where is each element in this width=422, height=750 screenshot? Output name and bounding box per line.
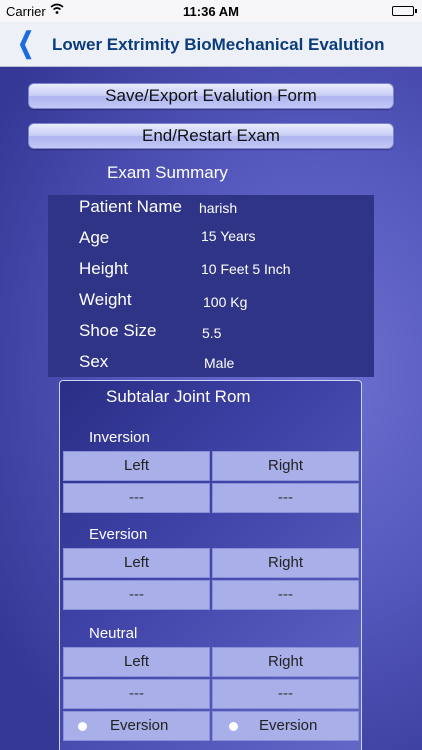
summary-label: Weight bbox=[79, 290, 132, 309]
back-chevron-icon[interactable]: ❮ bbox=[18, 29, 34, 57]
status-bar: Carrier 11:36 AM bbox=[0, 0, 422, 22]
eversion-right-header: Right bbox=[212, 548, 359, 578]
end-restart-button[interactable]: End/Restart Exam bbox=[28, 123, 394, 149]
eversion-left-header: Left bbox=[63, 548, 210, 578]
eversion-left-value[interactable]: --- bbox=[63, 580, 210, 610]
neutral-left-value[interactable]: --- bbox=[63, 679, 210, 709]
summary-label: Age bbox=[79, 228, 110, 247]
eversion-right-value[interactable]: --- bbox=[212, 580, 359, 610]
inversion-right-header: Right bbox=[212, 451, 359, 481]
inversion-right-value[interactable]: --- bbox=[212, 483, 359, 513]
summary-value: 10 Feet 5 Inch bbox=[201, 261, 291, 277]
neutral-right-header: Right bbox=[212, 647, 359, 677]
inversion-label: Inversion bbox=[89, 429, 150, 446]
inversion-left-value[interactable]: --- bbox=[63, 483, 210, 513]
navigation-bar: ❮ Lower Extrimity BioMechanical Evalutio… bbox=[0, 22, 422, 67]
summary-label: Patient Name bbox=[79, 197, 182, 216]
save-export-button[interactable]: Save/Export Evalution Form bbox=[28, 83, 394, 109]
neutral-right-value[interactable]: --- bbox=[212, 679, 359, 709]
summary-label: Height bbox=[79, 259, 129, 278]
summary-value: 15 Years bbox=[201, 228, 256, 244]
battery-icon bbox=[392, 6, 417, 16]
summary-row-sex: Sex Male bbox=[48, 352, 374, 382]
summary-value: Male bbox=[204, 355, 235, 371]
radio-button-icon[interactable] bbox=[78, 722, 87, 731]
status-time: 11:36 AM bbox=[183, 4, 239, 19]
summary-value: 100 Kg bbox=[203, 294, 248, 310]
inversion-left-header: Left bbox=[63, 451, 210, 481]
neutral-right-eversion-option[interactable]: Eversion bbox=[212, 711, 359, 741]
eversion-label: Eversion bbox=[89, 526, 148, 543]
summary-label: Sex bbox=[79, 352, 109, 371]
neutral-label: Neutral bbox=[89, 625, 138, 642]
summary-value: harish bbox=[199, 200, 238, 216]
summary-row-weight: Weight 100 Kg bbox=[48, 290, 374, 320]
summary-row-shoe-size: Shoe Size 5.5 bbox=[48, 321, 374, 351]
summary-row-age: Age 15 Years bbox=[48, 228, 374, 258]
option-label: Eversion bbox=[110, 717, 169, 734]
summary-row-height: Height 10 Feet 5 Inch bbox=[48, 259, 374, 289]
option-label: Eversion bbox=[259, 717, 318, 734]
neutral-left-eversion-option[interactable]: Eversion bbox=[63, 711, 210, 741]
exam-summary-title: Exam Summary bbox=[107, 163, 228, 182]
exam-summary-panel: Patient Name harish Age 15 Years Height … bbox=[48, 195, 374, 377]
page-title: Lower Extrimity BioMechanical Evalution bbox=[52, 35, 385, 54]
radio-button-icon[interactable] bbox=[229, 722, 238, 731]
subtalar-joint-rom-panel: Subtalar Joint Rom Inversion Left Right … bbox=[59, 380, 362, 750]
summary-value: 5.5 bbox=[202, 325, 222, 341]
main-content: Save/Export Evalution Form End/Restart E… bbox=[0, 67, 422, 750]
summary-row-patient-name: Patient Name harish bbox=[48, 197, 374, 227]
subtalar-title: Subtalar Joint Rom bbox=[106, 387, 251, 406]
neutral-left-header: Left bbox=[63, 647, 210, 677]
summary-label: Shoe Size bbox=[79, 321, 157, 340]
